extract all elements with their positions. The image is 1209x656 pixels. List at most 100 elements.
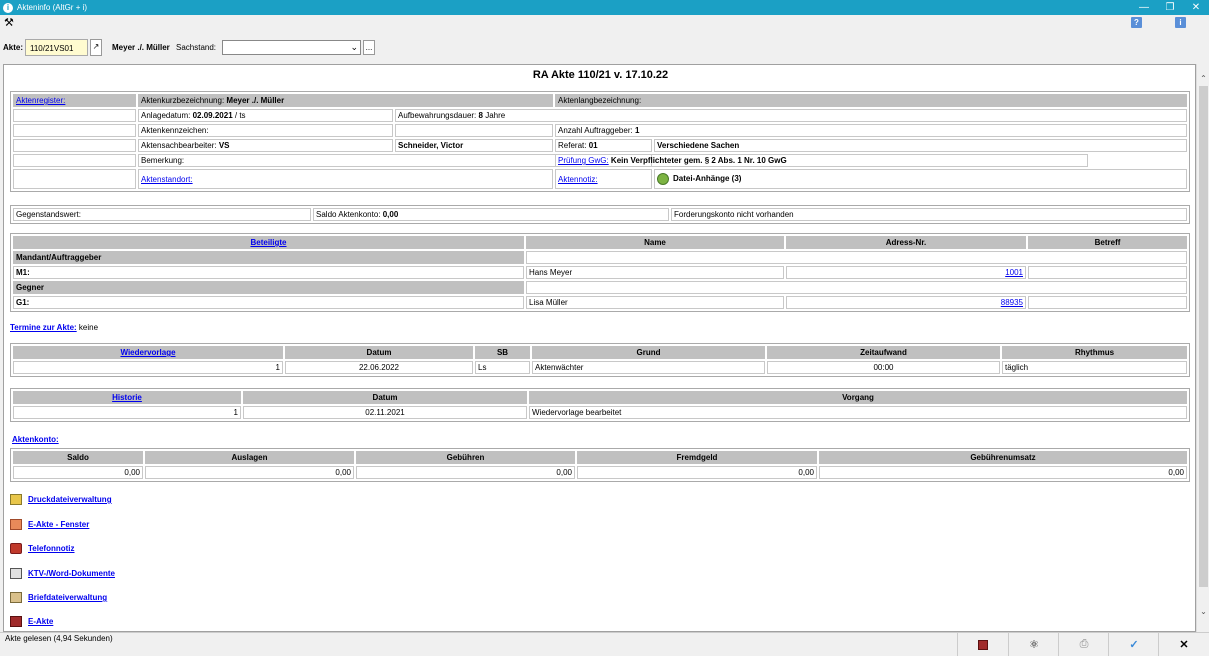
empty-cell (526, 281, 1187, 294)
minimize-button[interactable]: — (1131, 0, 1157, 15)
akte-label: Akte: (3, 43, 24, 52)
datum-header: Datum (243, 391, 527, 404)
stamp-button[interactable]: ⚛ (1008, 633, 1059, 656)
aktenregister-link[interactable]: Aktenregister: (16, 96, 65, 105)
name-g1: Lisa Müller (526, 296, 784, 309)
empty-cell (13, 139, 136, 152)
eakte-window-icon (10, 519, 22, 530)
kurzbez-value: Meyer ./. Müller (226, 96, 285, 105)
aktenregister-cell: Aktenregister: (13, 94, 136, 107)
akte-input[interactable]: 110/21VS01 (25, 39, 88, 56)
info-help-icon[interactable]: i (1175, 17, 1186, 28)
addr-m1-link[interactable]: 1001 (1005, 268, 1023, 277)
values-table: Gegenstandswert: Saldo Aktenkonto: 0,00 … (10, 205, 1190, 224)
gegenstand-label: Gegenstandswert: (16, 210, 81, 219)
wiedervorlage-table: Wiedervorlage Datum SB Grund Zeitaufwand… (10, 343, 1190, 377)
aktenkonto-link[interactable]: Aktenkonto: (12, 435, 59, 444)
auftr-cell: Anzahl Auftraggeber: 1 (555, 124, 1187, 137)
zeitaufwand-header: Zeitaufwand (767, 346, 1000, 359)
eakte-icon (10, 616, 22, 627)
title-bar: i Akteninfo (AltGr + i) — ❐ ✕ (0, 0, 1209, 15)
close-icon: ✕ (1179, 639, 1189, 651)
addr-g1-link[interactable]: 88935 (1001, 298, 1023, 307)
referat-value: 01 (588, 141, 598, 150)
window-title: Akteninfo (AltGr + i) (17, 3, 88, 12)
standort-cell: Aktenstandort: (138, 169, 553, 189)
close-window-button[interactable]: ✕ (1183, 0, 1209, 15)
empty-cell (13, 169, 136, 189)
restore-button[interactable]: ❐ (1157, 0, 1183, 15)
kurzbez-label: Aktenkurzbezeichnung: (141, 96, 225, 105)
akten-info-table: Aktenregister: Aktenkurzbezeichnung: Mey… (10, 91, 1190, 192)
historie-link[interactable]: Historie (112, 393, 142, 402)
notiz-link[interactable]: Aktennotiz: (558, 175, 598, 184)
chevron-down-icon[interactable]: ⌄ (350, 42, 358, 53)
vorgang-header: Vorgang (529, 391, 1187, 404)
parties-label: Meyer ./. Müller (112, 43, 170, 52)
quicklink-telefonnotiz[interactable]: Telefonnotiz (10, 543, 75, 554)
konto-gebuehren: 0,00 (356, 466, 575, 479)
table-row[interactable]: 1 22.06.2022 Ls Aktenwächter 00:00 tägli… (13, 361, 1187, 374)
standort-link[interactable]: Aktenstandort: (141, 175, 193, 184)
konto-umsatz: 0,00 (819, 466, 1187, 479)
quicklink-druckdatei[interactable]: Druckdateiverwaltung (10, 494, 112, 505)
gwg-link[interactable]: Prüfung GwG: (558, 156, 609, 165)
quicklink-label[interactable]: Druckdateiverwaltung (28, 495, 112, 504)
wiedervorlage-header: Wiedervorlage (13, 346, 283, 359)
saldo-label: Saldo Aktenkonto: (316, 210, 381, 219)
addr-g1-cell: 88935 (786, 296, 1026, 309)
status-bar: Akte gelesen (4,94 Sekunden) ⚛ ⎙ ✓ ✕ (0, 632, 1209, 656)
hist-nr: 1 (13, 406, 241, 419)
quicklink-eakte-fenster[interactable]: E-Akte - Fenster (10, 519, 89, 530)
wiedervorlage-link[interactable]: Wiedervorlage (120, 348, 175, 357)
anlage-cell: Anlagedatum: 02.09.2021 / ts (138, 109, 393, 122)
termine-link[interactable]: Termine zur Akte: (10, 323, 77, 332)
quicklink-briefdatei[interactable]: Briefdateiverwaltung (10, 592, 107, 603)
menu-row: ⚒ ? i (0, 15, 1209, 30)
auslagen-header: Auslagen (145, 451, 354, 464)
quicklink-label[interactable]: Briefdateiverwaltung (28, 593, 107, 602)
beteiligte-table: Beteiligte Name Adress-Nr. Betreff Manda… (10, 233, 1190, 312)
notiz-cell: Aktennotiz: (555, 169, 652, 189)
termine-line: Termine zur Akte: keine (10, 323, 98, 332)
ok-button[interactable]: ✓ (1108, 633, 1159, 656)
wv-datum: 22.06.2022 (285, 361, 473, 374)
help-icon[interactable]: ? (1131, 17, 1142, 28)
quicklink-label[interactable]: Telefonnotiz (28, 544, 75, 553)
cancel-button[interactable]: ✕ (1158, 633, 1209, 656)
scroll-down-icon[interactable]: ⌄ (1197, 607, 1209, 619)
name-m1: Hans Meyer (526, 266, 784, 279)
historie-header: Historie (13, 391, 241, 404)
info-icon: i (3, 2, 13, 13)
grund-header: Grund (532, 346, 765, 359)
referat-cell: Referat: 01 (555, 139, 652, 152)
auftr-label: Anzahl Auftraggeber: (558, 126, 633, 135)
table-row: 0,00 0,00 0,00 0,00 0,00 (13, 466, 1187, 479)
aufbew-unit: Jahre (485, 111, 506, 120)
quicklink-label[interactable]: E-Akte (28, 617, 53, 626)
sachstand-more-button[interactable]: ... (363, 40, 375, 55)
table-row[interactable]: 1 02.11.2021 Wiedervorlage bearbeitet (13, 406, 1187, 419)
sachstand-select[interactable]: ⌄ (222, 40, 361, 55)
akte-lookup-button[interactable]: ↗ (90, 39, 102, 56)
quicklink-ktv-word[interactable]: KTV-/Word-Dokumente (10, 568, 115, 579)
copy-button[interactable] (957, 633, 1008, 656)
vertical-scrollbar[interactable]: ⌃ ⌄ (1196, 64, 1209, 632)
quicklink-eakte[interactable]: E-Akte (10, 616, 53, 627)
quicklink-label[interactable]: E-Akte - Fenster (28, 520, 89, 529)
tools-icon[interactable]: ⚒ (4, 16, 14, 29)
konto-saldo: 0,00 (13, 466, 143, 479)
group-gegner: Gegner (13, 281, 524, 294)
kennz-cell: Aktenkennzeichen: (138, 124, 393, 137)
empty-cell (1028, 296, 1187, 309)
stamp-icon: ⚛ (1029, 639, 1039, 651)
referat-name: Verschiedene Sachen (654, 139, 1187, 152)
print-button[interactable]: ⎙ (1058, 633, 1109, 656)
aktenkonto-table: Saldo Auslagen Gebühren Fremdgeld Gebühr… (10, 448, 1190, 482)
anhaenge-cell[interactable]: Datei-Anhänge (3) (654, 169, 1187, 189)
beteiligte-link[interactable]: Beteiligte (250, 238, 286, 247)
scroll-up-icon[interactable]: ⌃ (1197, 74, 1209, 86)
quicklink-label[interactable]: KTV-/Word-Dokumente (28, 569, 115, 578)
scroll-thumb[interactable] (1199, 86, 1208, 587)
role-m1: M1: (13, 266, 524, 279)
